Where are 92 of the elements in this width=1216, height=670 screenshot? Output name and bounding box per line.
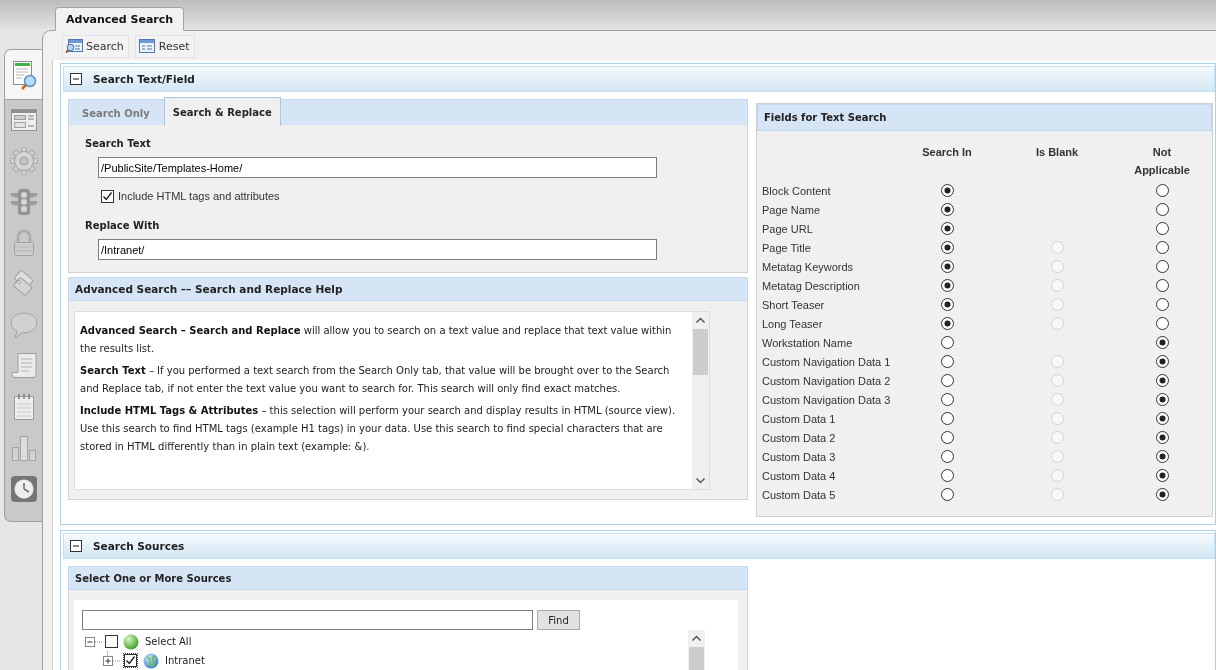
- tree-item-label[interactable]: Intranet: [165, 655, 205, 666]
- row-label: Custom Data 4: [762, 469, 837, 482]
- radio-button[interactable]: [940, 469, 954, 482]
- radio-button[interactable]: [1155, 279, 1169, 292]
- row-label: Custom Data 3: [762, 450, 837, 463]
- section-title: Search Sources: [93, 540, 185, 552]
- scrollbar-thumb[interactable]: [693, 329, 708, 375]
- column-header: Not Applicable: [1133, 145, 1191, 178]
- row-label: Short Teaser: [762, 298, 826, 311]
- radio-button[interactable]: [940, 203, 954, 216]
- radio-button[interactable]: [940, 431, 954, 444]
- input-field[interactable]: /Intranet/: [98, 239, 657, 260]
- radio-button[interactable]: [1155, 184, 1169, 197]
- help-paragraph: Include HTML Tags & Attributes – this selection will perform your search and display results in HTML (source view). Use this search to find HTML tags (example H1 tags) in your data. Use this search to find special characters that are stored in HTML differently than in plain text (example: &).: [80, 404, 677, 454]
- panel-header: Fields for Text Search: [757, 104, 1212, 131]
- tab[interactable]: Search & Replace: [163, 97, 281, 126]
- radio-button[interactable]: [1155, 469, 1169, 482]
- radio-button[interactable]: [1155, 431, 1169, 444]
- radio-button[interactable]: [1155, 488, 1169, 501]
- globe-icon: [143, 652, 159, 669]
- radio-button[interactable]: [1155, 393, 1169, 406]
- row-label: Custom Data 5: [762, 488, 837, 501]
- help-paragraph: Search Text – If you performed a text search from the Search Only tab, that value will be brought over to the Search and Replace tab, if not enter the text value you want to search for. This search will only find exact matches.: [80, 364, 671, 396]
- clock-icon: [8, 474, 39, 504]
- row-label: Custom Navigation Data 1: [762, 355, 892, 368]
- radio-button[interactable]: [940, 412, 954, 425]
- radio-button[interactable]: [940, 222, 954, 235]
- column-header: Is Blank: [1035, 145, 1079, 160]
- toolbar-button[interactable]: Search: [62, 34, 129, 58]
- collapse-icon[interactable]: [70, 540, 82, 552]
- radio-button[interactable]: [940, 184, 954, 197]
- radio-button[interactable]: [1155, 241, 1169, 254]
- gear-icon: [8, 146, 39, 176]
- search-field[interactable]: [82, 610, 533, 630]
- row-label: Custom Navigation Data 3: [762, 393, 892, 406]
- checkbox[interactable]: [105, 635, 118, 648]
- tree-item-label[interactable]: Select All: [145, 636, 192, 647]
- globe-icon: [123, 633, 139, 650]
- row-label: Block Content: [762, 184, 832, 197]
- row-label: Custom Navigation Data 2: [762, 374, 892, 387]
- row-label: Metatag Keywords: [762, 260, 855, 273]
- radio-button[interactable]: [940, 355, 954, 368]
- radio-button[interactable]: [1155, 203, 1169, 216]
- radio-button[interactable]: [940, 336, 954, 349]
- field-label: Replace With: [85, 219, 160, 233]
- row-label: Metatag Description: [762, 279, 861, 292]
- radio-button[interactable]: [940, 450, 954, 463]
- row-label: Page Title: [762, 241, 812, 254]
- field-label: Search Text: [85, 137, 151, 151]
- row-label: Page URL: [762, 222, 814, 235]
- window-magnifier-icon: [65, 38, 83, 54]
- toolbar-button[interactable]: Reset: [134, 34, 195, 58]
- checkbox[interactable]: [101, 189, 114, 203]
- radio-button[interactable]: [940, 317, 954, 330]
- panel-header: Advanced Search –– Search and Replace Help: [68, 277, 748, 301]
- radio-button[interactable]: [1155, 222, 1169, 235]
- section-title: Search Text/Field: [93, 73, 195, 85]
- document-tab[interactable]: Advanced Search: [55, 7, 185, 31]
- traffic-light-icon: [8, 187, 39, 217]
- radio-button[interactable]: [1155, 260, 1169, 273]
- radio-button[interactable]: [1155, 317, 1169, 330]
- row-label: Long Teaser: [762, 317, 824, 330]
- panel-header: Select One or More Sources: [68, 566, 748, 590]
- column-header: Search In: [922, 145, 972, 160]
- scrollbar-thumb[interactable]: [689, 647, 704, 670]
- radio-button[interactable]: [940, 298, 954, 311]
- speech-bubble-icon: [8, 310, 39, 340]
- list-window-icon: [137, 38, 156, 54]
- radio-button[interactable]: [1155, 374, 1169, 387]
- checkbox[interactable]: [123, 653, 138, 668]
- radio-button[interactable]: [940, 260, 954, 273]
- collapse-icon[interactable]: [70, 73, 82, 85]
- input-field[interactable]: /PublicSite/Templates-Home/: [98, 157, 657, 178]
- help-paragraph: Advanced Search – Search and Replace will allow you to search on a text value and replace that text value within the results list.: [80, 324, 673, 356]
- radio-button[interactable]: [1155, 298, 1169, 311]
- row-label: Custom Data 2: [762, 431, 837, 444]
- radio-button[interactable]: [940, 488, 954, 501]
- radio-button[interactable]: [1155, 355, 1169, 368]
- radio-button[interactable]: [1155, 450, 1169, 463]
- radio-button[interactable]: [940, 279, 954, 292]
- checkbox-label[interactable]: Include HTML tags and attributes: [118, 190, 280, 202]
- radio-button[interactable]: [1155, 336, 1169, 349]
- scroll-icon: [8, 351, 39, 381]
- row-label: Workstation Name: [762, 336, 854, 349]
- sidebar-item[interactable]: [5, 50, 42, 100]
- radio-button[interactable]: [940, 374, 954, 387]
- row-label: Custom Data 1: [762, 412, 837, 425]
- radio-button[interactable]: [940, 241, 954, 254]
- row-label: Page Name: [762, 203, 822, 216]
- radio-button[interactable]: [940, 393, 954, 406]
- radio-button[interactable]: [1155, 412, 1169, 425]
- find-button[interactable]: Find: [537, 610, 580, 630]
